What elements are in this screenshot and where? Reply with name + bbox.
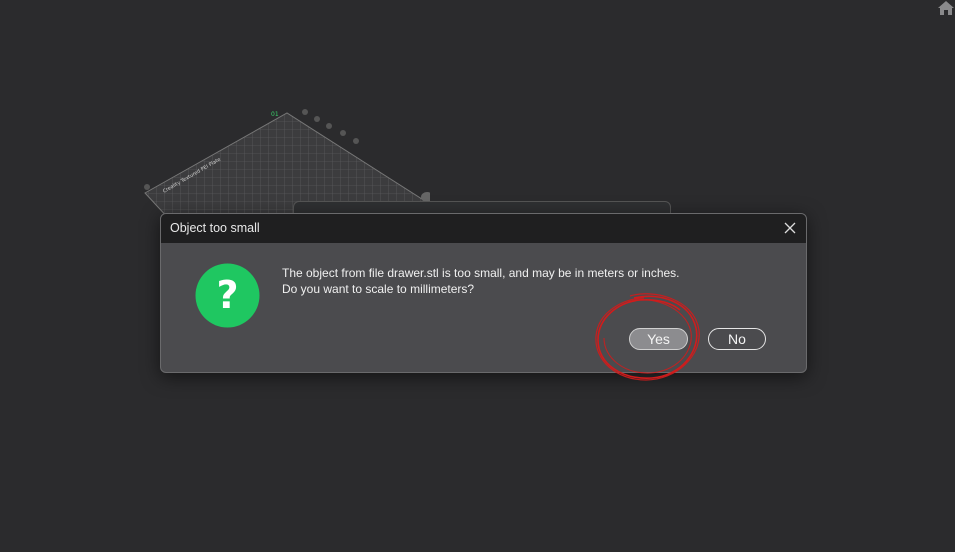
dialog-message: The object from file drawer.stl is too s… xyxy=(282,265,680,297)
svg-text:?: ? xyxy=(216,273,238,317)
close-button[interactable] xyxy=(778,217,802,239)
no-button[interactable]: No xyxy=(708,328,766,350)
close-icon xyxy=(784,222,796,234)
message-line-2: Do you want to scale to millimeters? xyxy=(282,282,475,296)
object-too-small-dialog: Object too small ? The object from file … xyxy=(160,213,807,373)
svg-text:01: 01 xyxy=(271,111,279,118)
dialog-titlebar: Object too small xyxy=(161,214,806,243)
dialog-title: Object too small xyxy=(170,221,260,235)
3d-viewport[interactable]: Creality Textured PEI Plate 01 Object to… xyxy=(0,0,955,552)
yes-button[interactable]: Yes xyxy=(629,328,688,350)
home-icon[interactable] xyxy=(937,0,955,16)
question-icon: ? xyxy=(195,263,260,328)
message-line-1: The object from file drawer.stl is too s… xyxy=(282,266,680,280)
